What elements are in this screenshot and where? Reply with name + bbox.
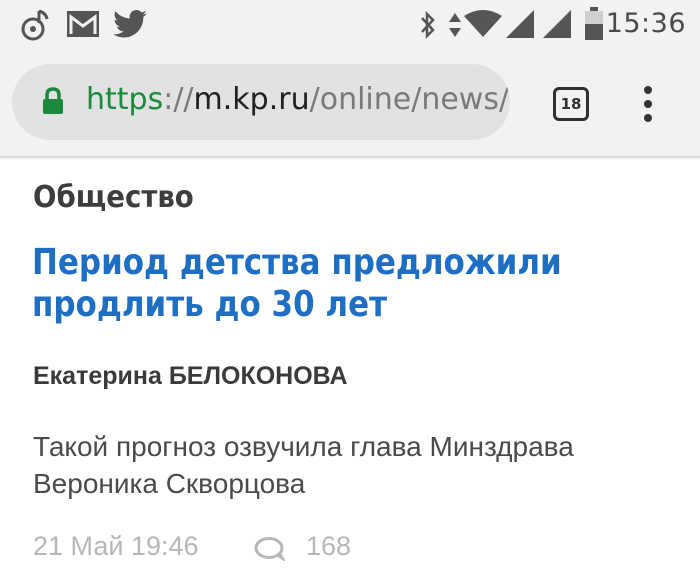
menu-dot-icon [644,100,652,108]
article-lead: Такой прогноз озвучила глава Минздрава В… [33,431,574,499]
url-text: https://m.kp.ru/online/news/3 [86,82,510,117]
gmail-icon [67,11,99,37]
twitter-icon [113,10,147,38]
wifi-icon [464,10,502,37]
cell-signal-icon [543,10,571,38]
comment-count[interactable]: 168 [306,531,351,562]
data-arrows-icon [449,13,461,37]
menu-dot-icon [644,86,652,94]
comment-icon[interactable] [253,536,287,562]
article-date: 21 Май 19:46 [33,531,199,561]
url-path: /online/news/3 [309,82,510,117]
article-headline[interactable]: Период детства предложили продлить до 30… [32,242,651,326]
clock: 15:36 [605,8,686,39]
battery-icon [585,7,603,40]
music-note-icon [21,9,49,41]
url-separator: :// [163,82,194,117]
bluetooth-icon [421,10,435,40]
overflow-menu-button[interactable] [638,84,658,124]
address-bar[interactable]: https://m.kp.ru/online/news/3 [12,64,510,140]
browser-toolbar: https://m.kp.ru/online/news/3 18 [0,50,700,156]
cell-signal-icon [506,10,534,38]
section-label[interactable]: Общество [33,180,194,215]
tab-count: 18 [560,95,582,113]
article-author: Екатерина БЕЛОКОНОВА [33,362,348,390]
url-host: m.kp.ru [193,82,310,117]
url-scheme: https [86,82,164,117]
menu-dot-icon [644,114,652,122]
tab-switcher-button[interactable]: 18 [553,87,589,121]
toolbar-shadow [0,156,700,160]
status-bar: 15:36 [0,0,700,50]
lock-icon [43,87,63,114]
